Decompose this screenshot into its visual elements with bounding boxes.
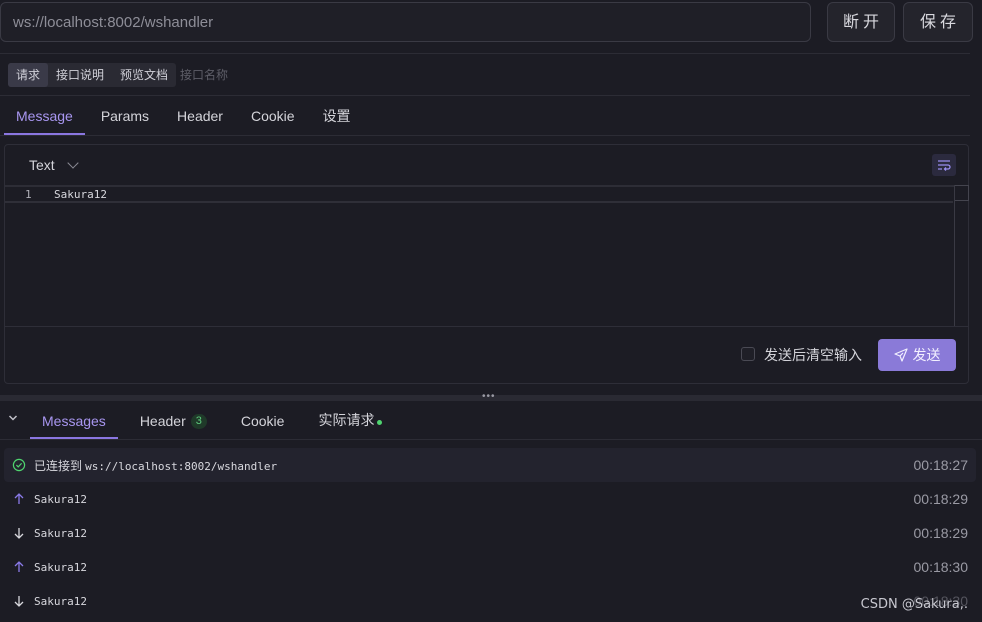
url-bar: 断开 保存	[0, 2, 982, 42]
message-time: 00:18:30	[913, 559, 969, 575]
status-dot-icon	[377, 419, 383, 425]
tab-response-header[interactable]: Header 3	[128, 403, 219, 439]
divider	[0, 439, 982, 440]
tab-actual-request-label: 实际请求	[318, 413, 375, 429]
tab-header-label: Header	[139, 413, 186, 429]
message-time: 00:18:29	[913, 525, 969, 541]
message-time: 00:18:29	[913, 491, 969, 507]
header-count-badge: 3	[190, 413, 207, 429]
tab-cookie-label: Cookie	[240, 413, 285, 429]
send-button-label: 发送	[912, 348, 941, 364]
api-name-input[interactable]: 接口名称	[180, 63, 228, 87]
url-input[interactable]	[0, 2, 811, 42]
tab-messages[interactable]: Messages	[30, 403, 118, 439]
send-icon	[893, 348, 908, 362]
divider	[5, 326, 968, 327]
format-select[interactable]: Text	[29, 157, 79, 173]
format-select-value: Text	[29, 157, 55, 173]
chevron-down-icon	[67, 157, 79, 169]
arrow-down-icon	[14, 596, 24, 607]
tab-api-description[interactable]: 接口说明	[48, 63, 112, 87]
tab-cookie[interactable]: Cookie	[239, 98, 307, 134]
tab-params[interactable]: Params	[89, 98, 161, 134]
message-row[interactable]: Sakura12 00:18:29	[4, 482, 976, 516]
message-text: Sakura12	[34, 492, 87, 506]
disconnect-button[interactable]: 断开	[827, 2, 895, 42]
tab-messages-label: Messages	[42, 413, 106, 429]
message-list: 已连接到 ws://localhost:8002/wshandler 00:18…	[4, 448, 976, 618]
check-circle-icon	[12, 458, 26, 472]
tab-header[interactable]: Header	[165, 98, 235, 134]
collapse-icon[interactable]	[8, 413, 18, 423]
main-tabs: Message Params Header Cookie 设置	[4, 98, 367, 135]
message-row[interactable]: Sakura12 00:18:30	[4, 550, 976, 584]
message-text: Sakura12	[34, 526, 87, 540]
message-row[interactable]: 已连接到 ws://localhost:8002/wshandler 00:18…	[4, 448, 976, 482]
wrap-icon	[938, 160, 951, 171]
message-text: Sakura12	[34, 594, 87, 608]
send-button[interactable]: 发送	[878, 339, 956, 371]
arrow-up-icon	[14, 561, 24, 572]
message-row[interactable]: Sakura12 00:18:29	[4, 516, 976, 550]
message-text: Sakura12	[34, 560, 87, 574]
watermark: CSDN @Sakura,.	[860, 597, 968, 612]
editor-scrollbar[interactable]	[954, 185, 969, 326]
divider	[0, 53, 970, 54]
arrow-up-icon	[14, 493, 24, 504]
message-editor-panel: Text 1 Sakura12 发送后清空输入 发送	[4, 144, 969, 384]
code-text: Sakura12	[54, 188, 107, 201]
divider	[0, 135, 970, 136]
connected-url: ws://localhost:8002/wshandler	[85, 459, 278, 473]
tab-actual-request[interactable]: 实际请求	[306, 403, 394, 439]
message-row[interactable]: Sakura12 00:18:30	[4, 584, 976, 618]
panel-splitter[interactable]: •••	[0, 392, 982, 402]
request-tabs: 请求 接口说明 预览文档	[8, 63, 177, 87]
code-editor[interactable]: 1 Sakura12	[5, 185, 955, 325]
connected-prefix: 已连接到	[34, 458, 83, 473]
code-line: 1 Sakura12	[5, 187, 953, 203]
save-button[interactable]: 保存	[903, 2, 973, 42]
response-tabs: Messages Header 3 Cookie 实际请求	[30, 403, 404, 439]
clear-after-send-label: 发送后清空输入	[764, 348, 862, 364]
line-number: 1	[25, 188, 32, 201]
divider	[0, 95, 970, 96]
tab-settings[interactable]: 设置	[311, 98, 363, 134]
clear-after-send-checkbox[interactable]	[741, 347, 755, 361]
message-text: 已连接到 ws://localhost:8002/wshandler	[34, 457, 277, 474]
message-time: 00:18:27	[913, 457, 969, 473]
tab-response-cookie[interactable]: Cookie	[229, 403, 297, 439]
tab-request[interactable]: 请求	[8, 63, 49, 87]
arrow-down-icon	[14, 528, 24, 539]
tab-preview-docs[interactable]: 预览文档	[112, 63, 176, 87]
word-wrap-button[interactable]	[932, 154, 956, 176]
tab-message[interactable]: Message	[4, 98, 85, 135]
drag-handle-icon[interactable]: •••	[482, 392, 496, 402]
